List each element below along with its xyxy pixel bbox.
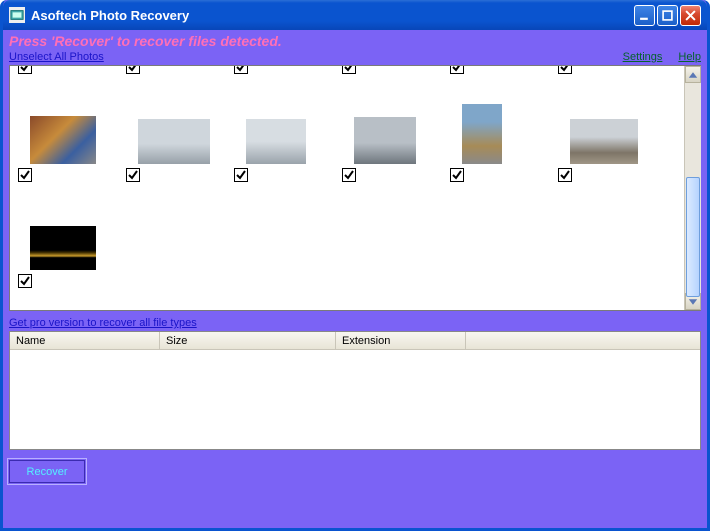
photo-item[interactable] — [448, 66, 556, 76]
photo-item[interactable] — [16, 182, 124, 288]
table-body — [10, 350, 700, 449]
column-header-name[interactable]: Name — [10, 332, 160, 349]
photo-checkbox[interactable] — [234, 168, 248, 182]
photo-item[interactable] — [232, 76, 340, 182]
table-header: Name Size Extension — [10, 332, 700, 350]
vertical-scrollbar[interactable] — [684, 66, 701, 310]
photo-scroll-area — [10, 66, 684, 310]
column-header-size[interactable]: Size — [160, 332, 336, 349]
photo-grid — [10, 66, 684, 294]
photo-thumbnail[interactable] — [30, 226, 96, 270]
file-details-table: Name Size Extension — [9, 331, 701, 450]
photo-thumbnail[interactable] — [570, 119, 638, 164]
photo-item[interactable] — [340, 66, 448, 76]
instruction-text: Press 'Recover' to recover files detecte… — [3, 30, 707, 51]
photo-checkbox[interactable] — [18, 168, 32, 182]
photo-checkbox[interactable] — [450, 168, 464, 182]
photo-checkbox[interactable] — [126, 66, 140, 74]
photo-thumbnail[interactable] — [30, 116, 96, 164]
app-window: Asoftech Photo Recovery Press 'Recover' … — [0, 0, 710, 531]
photo-thumbnail[interactable] — [354, 117, 416, 164]
photo-item[interactable] — [232, 66, 340, 76]
photo-checkbox[interactable] — [342, 168, 356, 182]
scroll-up-button[interactable] — [685, 66, 701, 83]
photo-item[interactable] — [556, 66, 664, 76]
help-link[interactable]: Help — [678, 51, 701, 63]
photo-checkbox[interactable] — [558, 168, 572, 182]
photo-checkbox[interactable] — [558, 66, 572, 74]
app-icon — [9, 7, 25, 23]
recover-button[interactable]: Recover — [9, 460, 85, 483]
photo-checkbox[interactable] — [450, 66, 464, 74]
photo-list-pane — [9, 65, 701, 311]
unselect-all-link[interactable]: Unselect All Photos — [9, 51, 104, 63]
column-header-extension[interactable]: Extension — [336, 332, 466, 349]
photo-thumbnail[interactable] — [462, 104, 502, 164]
photo-item[interactable] — [124, 66, 232, 76]
minimize-button[interactable] — [634, 5, 655, 26]
scroll-thumb[interactable] — [686, 177, 700, 297]
get-pro-link[interactable]: Get pro version to recover all file type… — [9, 317, 197, 329]
photo-checkbox[interactable] — [342, 66, 356, 74]
window-title: Asoftech Photo Recovery — [31, 8, 189, 23]
links-row: Unselect All Photos Settings Help — [3, 51, 707, 65]
photo-item[interactable] — [16, 66, 124, 76]
maximize-button[interactable] — [657, 5, 678, 26]
settings-link[interactable]: Settings — [623, 51, 663, 63]
photo-checkbox[interactable] — [234, 66, 248, 74]
photo-item[interactable] — [340, 76, 448, 182]
photo-checkbox[interactable] — [126, 168, 140, 182]
close-button[interactable] — [680, 5, 701, 26]
window-controls — [634, 5, 701, 26]
title-bar: Asoftech Photo Recovery — [3, 0, 707, 30]
photo-item[interactable] — [556, 76, 664, 182]
column-header-spacer — [466, 332, 700, 349]
scroll-track[interactable] — [685, 83, 701, 293]
photo-item[interactable] — [124, 76, 232, 182]
client-area: Press 'Recover' to recover files detecte… — [3, 30, 707, 528]
photo-item[interactable] — [16, 76, 124, 182]
photo-thumbnail[interactable] — [246, 119, 306, 164]
photo-checkbox[interactable] — [18, 274, 32, 288]
photo-checkbox[interactable] — [18, 66, 32, 74]
photo-item[interactable] — [448, 76, 556, 182]
photo-thumbnail[interactable] — [138, 119, 210, 164]
